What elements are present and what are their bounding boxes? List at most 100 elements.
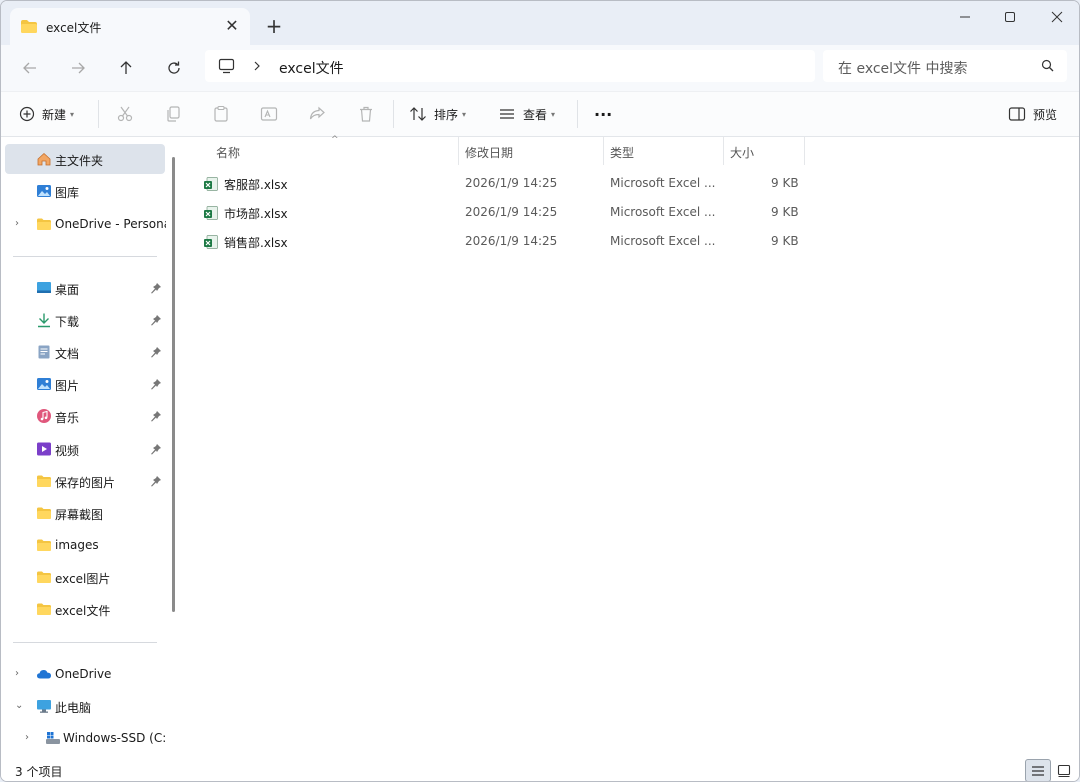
pin-icon[interactable] bbox=[150, 443, 162, 455]
chevron-right-icon[interactable]: › bbox=[25, 732, 35, 743]
sidebar-item-images[interactable]: images bbox=[5, 530, 165, 560]
sort-label: 排序 bbox=[434, 107, 459, 122]
new-button[interactable]: 新建 ▾ bbox=[19, 100, 74, 128]
sidebar-item-label: OneDrive - Personal bbox=[55, 217, 166, 231]
share-button[interactable] bbox=[308, 100, 326, 128]
chevron-right-icon[interactable]: › bbox=[15, 668, 25, 679]
search-input[interactable]: 在 excel文件 中搜索 bbox=[838, 58, 968, 78]
column-divider[interactable] bbox=[458, 137, 459, 165]
preview-pane-button[interactable]: 预览 bbox=[1008, 100, 1057, 128]
column-header-type[interactable]: 类型 bbox=[610, 137, 634, 165]
table-row[interactable]: 市场部.xlsx 2026/1/9 14:25 Microsoft Excel … bbox=[197, 198, 807, 227]
close-window-button[interactable] bbox=[1034, 5, 1079, 29]
view-lines-icon bbox=[500, 109, 514, 119]
tiles-view-icon bbox=[1057, 764, 1071, 777]
sidebar-item-excel-files[interactable]: excel文件 bbox=[5, 594, 165, 624]
navigation-pane: 主文件夹 图库 › OneDrive - Personal 桌面 下载 文档 图… bbox=[1, 137, 181, 759]
sidebar-item-pictures[interactable]: 图片 bbox=[5, 369, 165, 399]
more-options-button[interactable]: ··· bbox=[594, 100, 612, 128]
address-bar[interactable]: excel文件 bbox=[205, 50, 815, 82]
sidebar-item-label: 保存的图片 bbox=[55, 476, 116, 490]
sidebar-item-label: images bbox=[55, 538, 99, 552]
back-button[interactable] bbox=[15, 53, 45, 83]
column-divider[interactable] bbox=[723, 137, 724, 165]
pin-icon[interactable] bbox=[150, 410, 162, 422]
sidebar-item-excel-images[interactable]: excel图片 bbox=[5, 562, 165, 592]
table-row[interactable]: 销售部.xlsx 2026/1/9 14:25 Microsoft Excel … bbox=[197, 227, 807, 256]
sort-icon bbox=[410, 107, 426, 121]
new-tab-button[interactable]: + bbox=[263, 15, 285, 37]
pin-icon[interactable] bbox=[150, 346, 162, 358]
sidebar-item-label: 视频 bbox=[55, 444, 80, 458]
sidebar-item-windows-ssd[interactable]: › Windows-SSD (C:) bbox=[5, 723, 166, 753]
file-type: Microsoft Excel ... bbox=[610, 205, 716, 219]
pin-icon[interactable] bbox=[150, 282, 162, 294]
tab-excel-folder[interactable]: excel文件 ✕ bbox=[10, 8, 250, 45]
sidebar-item-label: Windows-SSD (C:) bbox=[63, 731, 166, 745]
trash-icon bbox=[360, 106, 372, 122]
picture-icon bbox=[37, 378, 51, 390]
sidebar-item-gallery[interactable]: 图库 bbox=[5, 176, 165, 206]
sidebar-item-desktop[interactable]: 桌面 bbox=[5, 273, 165, 303]
chevron-right-icon bbox=[254, 61, 260, 71]
folder-icon bbox=[37, 603, 51, 615]
table-row[interactable]: 客服部.xlsx 2026/1/9 14:25 Microsoft Excel … bbox=[197, 169, 807, 198]
paste-button[interactable] bbox=[212, 100, 230, 128]
maximize-button[interactable] bbox=[987, 5, 1033, 29]
chevron-down-icon[interactable]: ⌄ bbox=[15, 700, 25, 711]
sidebar-item-label: OneDrive bbox=[55, 667, 112, 681]
arrow-left-icon bbox=[23, 62, 36, 74]
sidebar-scrollbar[interactable] bbox=[172, 157, 175, 612]
pin-icon[interactable] bbox=[150, 314, 162, 326]
sidebar-item-screenshots[interactable]: 屏幕截图 bbox=[5, 498, 165, 528]
home-icon bbox=[37, 152, 51, 166]
file-explorer-window: excel文件 ✕ + excel文件 在 excel文件 中搜索 新建 ▾ 排… bbox=[0, 0, 1080, 782]
excel-file-icon bbox=[204, 206, 218, 220]
column-header-modified[interactable]: 修改日期 bbox=[465, 137, 513, 165]
computer-icon bbox=[218, 58, 235, 74]
pin-icon[interactable] bbox=[150, 378, 162, 390]
cloud-icon bbox=[37, 670, 51, 679]
cut-button[interactable] bbox=[116, 100, 134, 128]
toolbar-divider bbox=[393, 100, 394, 128]
more-icon: ··· bbox=[594, 104, 613, 124]
tiles-view-button[interactable] bbox=[1051, 759, 1077, 781]
add-circle-icon bbox=[19, 106, 35, 122]
folder-icon bbox=[37, 218, 51, 230]
minimize-button[interactable] bbox=[942, 5, 988, 29]
sidebar-item-label: 音乐 bbox=[55, 411, 80, 425]
sidebar-item-onedrive[interactable]: › OneDrive bbox=[5, 659, 165, 689]
file-name: 客服部.xlsx bbox=[224, 178, 288, 192]
rename-button[interactable] bbox=[260, 100, 278, 128]
column-header-size[interactable]: 大小 bbox=[730, 137, 754, 165]
column-header-name[interactable]: 名称 bbox=[216, 137, 240, 165]
search-box[interactable]: 在 excel文件 中搜索 bbox=[823, 50, 1067, 82]
arrow-up-icon bbox=[120, 61, 132, 74]
details-view-button[interactable] bbox=[1025, 759, 1051, 781]
sidebar-item-this-pc[interactable]: ⌄ 此电脑 bbox=[5, 691, 165, 721]
chevron-right-icon[interactable]: › bbox=[15, 218, 25, 229]
sidebar-item-onedrive-personal[interactable]: › OneDrive - Personal bbox=[5, 209, 166, 239]
sidebar-item-home[interactable]: 主文件夹 bbox=[5, 144, 165, 174]
delete-button[interactable] bbox=[357, 100, 375, 128]
sidebar-item-label: 图片 bbox=[55, 379, 80, 393]
desktop-icon bbox=[37, 282, 51, 293]
copy-button[interactable] bbox=[164, 100, 182, 128]
sidebar-item-videos[interactable]: 视频 bbox=[5, 434, 165, 464]
folder-icon bbox=[37, 475, 51, 487]
sidebar-item-music[interactable]: 音乐 bbox=[5, 401, 165, 431]
refresh-button[interactable] bbox=[159, 53, 189, 83]
tab-close-icon[interactable]: ✕ bbox=[222, 16, 242, 36]
item-count: 3 个项目 bbox=[15, 765, 63, 779]
sidebar-item-saved-pictures[interactable]: 保存的图片 bbox=[5, 466, 165, 496]
column-divider[interactable] bbox=[603, 137, 604, 165]
view-button[interactable]: 查看 ▾ bbox=[498, 100, 555, 128]
sort-button[interactable]: 排序 ▾ bbox=[409, 100, 466, 128]
up-button[interactable] bbox=[111, 53, 141, 83]
sidebar-item-documents[interactable]: 文档 bbox=[5, 337, 165, 367]
forward-button[interactable] bbox=[63, 53, 93, 83]
navigation-pane-content: 主文件夹 图库 › OneDrive - Personal 桌面 下载 文档 图… bbox=[1, 137, 166, 759]
sidebar-item-downloads[interactable]: 下载 bbox=[5, 305, 165, 335]
pin-icon[interactable] bbox=[150, 475, 162, 487]
column-divider[interactable] bbox=[804, 137, 805, 165]
